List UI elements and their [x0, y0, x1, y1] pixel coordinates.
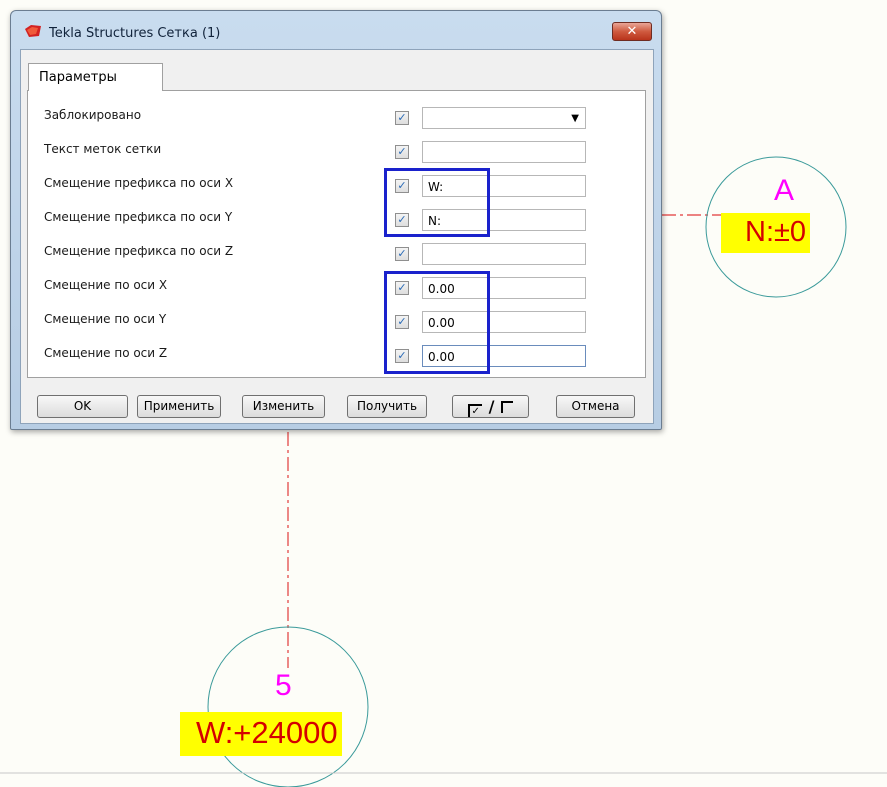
toggle-all-button[interactable]: ✓ / — [452, 395, 529, 418]
grid-value-a: N:±0 — [721, 213, 811, 253]
grid-label-5: 5 — [275, 669, 292, 702]
grid-label-a: A — [774, 174, 795, 207]
chevron-down-icon: ▼ — [571, 113, 579, 124]
dialog-client-area: Параметры Заблокировано ✓ ▼ Текст меток … — [20, 49, 654, 424]
check-mark-icon: ✓ — [397, 111, 407, 124]
apply-button[interactable]: Применить — [137, 395, 221, 418]
close-button[interactable]: ✕ — [612, 22, 652, 41]
tab-parameters[interactable]: Параметры — [28, 63, 163, 91]
row-label-prefix-offset-y: Смещение префикса по оси Y — [44, 210, 233, 224]
row-label-offset-y: Смещение по оси Y — [44, 312, 167, 326]
row-label-prefix-offset-z: Смещение префикса по оси Z — [44, 244, 234, 258]
grid-label-text-checkbox[interactable]: ✓ — [395, 145, 409, 159]
parameters-panel: Заблокировано ✓ ▼ Текст меток сетки ✓ См… — [27, 90, 646, 378]
toggle-separator: / — [488, 397, 495, 416]
ok-button[interactable]: OK — [37, 395, 128, 418]
highlight-box-offsets — [384, 271, 490, 374]
modify-button[interactable]: Изменить — [242, 395, 325, 418]
row-label-prefix-offset-x: Смещение префикса по оси X — [44, 176, 234, 190]
title-bar[interactable]: Tekla Structures Сетка (1) ✕ — [11, 11, 661, 49]
prefix-offset-z-field[interactable] — [422, 243, 586, 265]
grid-value-5: W:+24000 — [180, 712, 342, 756]
check-mark-icon: ✓ — [397, 145, 407, 158]
locked-dropdown[interactable]: ▼ — [422, 107, 586, 129]
unchecked-box-icon — [501, 401, 514, 413]
cancel-button[interactable]: Отмена — [556, 395, 635, 418]
tekla-app-icon — [25, 25, 41, 37]
window-title: Tekla Structures Сетка (1) — [49, 26, 221, 41]
grid-properties-dialog: Tekla Structures Сетка (1) ✕ Параметры З… — [10, 10, 662, 430]
checked-box-icon: ✓ — [467, 404, 482, 417]
highlight-box-prefix — [384, 168, 490, 237]
locked-checkbox[interactable]: ✓ — [395, 111, 409, 125]
row-label-offset-z: Смещение по оси Z — [44, 346, 168, 360]
grid-label-text-field[interactable] — [422, 141, 586, 163]
row-label-offset-x: Смещение по оси X — [44, 278, 168, 292]
prefix-offset-z-checkbox[interactable]: ✓ — [395, 247, 409, 261]
check-mark-icon: ✓ — [397, 247, 407, 260]
get-button[interactable]: Получить — [347, 395, 427, 418]
row-label-locked: Заблокировано — [44, 108, 142, 122]
row-label-grid-label-text: Текст меток сетки — [44, 142, 162, 156]
